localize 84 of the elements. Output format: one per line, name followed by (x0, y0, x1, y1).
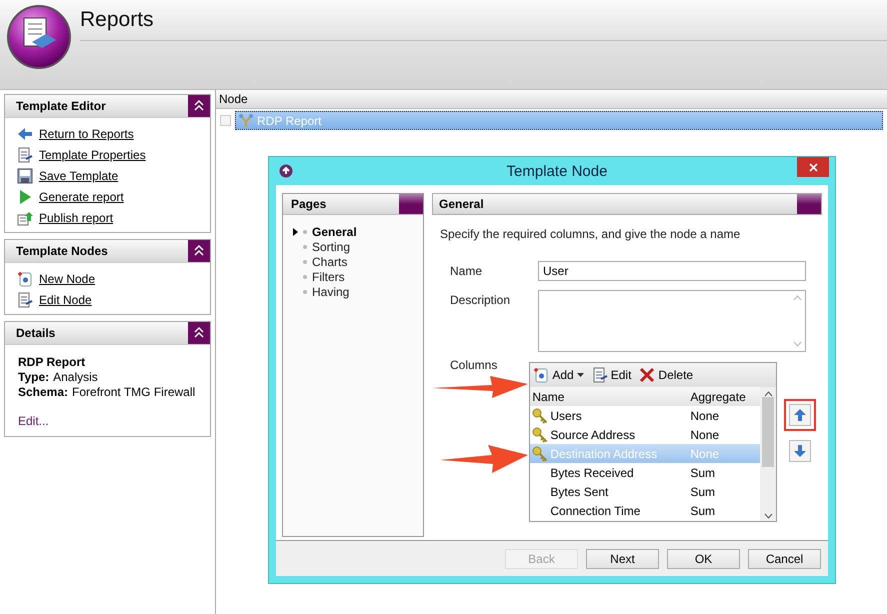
column-header: Name (531, 390, 566, 404)
scroll-down-icon[interactable] (764, 513, 773, 519)
move-down-button[interactable] (789, 440, 812, 462)
dialog-title: Template Node (506, 162, 608, 180)
page-item[interactable]: Having (312, 285, 350, 299)
edit-link[interactable]: Edit... (18, 414, 210, 428)
name-field[interactable]: User (538, 261, 806, 281)
field-value: Analysis (53, 370, 98, 384)
sidebar-link[interactable]: Publish report (39, 211, 114, 225)
panel-title: Template Nodes (15, 244, 109, 258)
sidebar-link[interactable]: Generate report (39, 190, 124, 204)
table-cell: Destination Address (550, 446, 658, 460)
app-logo-icon (6, 4, 72, 70)
arrow-down-icon (793, 444, 808, 458)
save-icon (17, 168, 33, 184)
dialog-button[interactable]: OK (667, 548, 740, 568)
page-item[interactable]: General (312, 225, 357, 239)
section-title: General (438, 197, 485, 211)
document-icon (17, 147, 33, 163)
close-button[interactable] (797, 157, 829, 177)
field-label: Type: (18, 370, 50, 384)
table-cell: Source Address (550, 428, 636, 442)
app-icon (279, 164, 293, 178)
table-row[interactable]: Users None (530, 406, 760, 425)
delete-icon (639, 367, 656, 383)
panel-title: Template Editor (15, 99, 107, 113)
arrow-left-icon (17, 126, 33, 142)
new-item-icon (533, 367, 550, 383)
caret-icon[interactable] (576, 373, 584, 377)
sidebar-link[interactable]: Return to Reports (39, 127, 134, 141)
collapse-button[interactable] (797, 194, 821, 214)
instructions-text: Specify the required columns, and give the node a name (440, 227, 742, 241)
dialog-button[interactable]: Next (586, 548, 659, 568)
play-icon (17, 189, 33, 205)
sidebar-link[interactable]: Edit Node (39, 293, 92, 307)
field-label: Schema: (18, 385, 68, 399)
column-header: Aggregate (690, 390, 747, 404)
document-icon (17, 292, 33, 308)
table-cell: Users (550, 408, 582, 422)
close-icon (808, 162, 818, 172)
table-cell-text: Sum (690, 504, 716, 518)
toolbar-button[interactable]: Edit (590, 367, 632, 383)
edit-icon (592, 367, 608, 383)
collapse-icon[interactable] (188, 95, 210, 117)
panel-title: Pages (290, 197, 328, 211)
sidebar-link[interactable]: New Node (39, 272, 96, 286)
new-item-icon (17, 271, 33, 287)
table-cell: Bytes Sent (550, 484, 608, 498)
table-row[interactable]: Source Address None (530, 425, 760, 444)
table-cell-text: Sum (690, 466, 716, 480)
toolbar-button[interactable]: Add (532, 367, 585, 383)
table-cell-text: Sum (690, 484, 716, 498)
field-value: Forefront TMG Firewall (72, 385, 196, 399)
node-tree-icon (238, 112, 254, 128)
columns-label: Columns (450, 358, 498, 372)
table-row[interactable]: Bytes Received Sum (530, 463, 760, 482)
app-title: Reports (80, 8, 154, 32)
sidebar-link[interactable]: Save Template (39, 169, 118, 183)
table-cell-text: None (690, 408, 720, 422)
table-cell: Bytes Received (550, 466, 634, 480)
move-up-button[interactable] (789, 404, 812, 426)
collapse-button[interactable] (399, 194, 423, 214)
table-cell-text: None (690, 446, 720, 460)
dialog-button[interactable]: Cancel (748, 548, 821, 568)
panel-title: Details (15, 326, 56, 340)
table-row[interactable]: Bytes Sent Sum (530, 482, 760, 501)
sidebar-link[interactable]: Template Properties (39, 148, 146, 162)
toolbar-button[interactable]: Delete (638, 367, 694, 383)
collapse-icon[interactable] (188, 240, 210, 262)
scroll-up-icon[interactable] (764, 391, 773, 397)
collapse-icon[interactable] (188, 322, 210, 344)
table-row[interactable]: Connection Time Sum (530, 501, 760, 520)
publish-icon (17, 210, 33, 226)
report-name: RDP Report (18, 355, 86, 369)
name-label: Name (450, 263, 484, 278)
scrollbar[interactable] (760, 387, 776, 521)
table-cell: Connection Time (550, 504, 640, 518)
page-item[interactable]: Charts (312, 255, 348, 269)
arrow-up-icon (793, 408, 808, 422)
description-label: Description (450, 292, 512, 307)
column-header: Node (216, 90, 887, 109)
page-item[interactable]: Sorting (312, 240, 350, 254)
page-item[interactable]: Filters (312, 270, 345, 284)
table-cell-text: None (690, 428, 720, 442)
